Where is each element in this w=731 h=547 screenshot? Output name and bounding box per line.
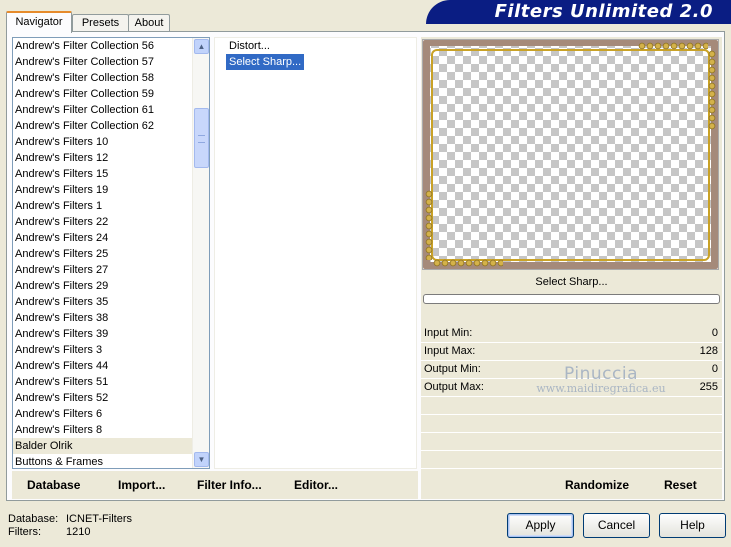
category-item[interactable]: Andrew's Filters 51 xyxy=(13,374,209,390)
scroll-down-button[interactable]: ▼ xyxy=(194,452,209,467)
filter-item[interactable]: Select Sharp... xyxy=(226,54,305,70)
parameter-row-empty xyxy=(421,433,722,451)
category-item[interactable]: Andrew's Filters 52 xyxy=(13,390,209,406)
tab-presets[interactable]: Presets xyxy=(72,14,129,32)
parameter-value: 255 xyxy=(699,381,718,393)
status-filters-value: 1210 xyxy=(66,526,91,538)
preset-toolbar: Randomize Reset xyxy=(421,471,722,499)
preview-panel: Select Sharp... Input Min: 0 Input Max: 128… xyxy=(421,37,722,487)
category-item[interactable]: Andrew's Filter Collection 61 xyxy=(13,102,209,118)
category-item[interactable]: Andrew's Filters 22 xyxy=(13,214,209,230)
category-item[interactable]: Andrew's Filters 10 xyxy=(13,134,209,150)
tab-navigator[interactable]: Navigator xyxy=(6,11,72,33)
parameter-row-empty xyxy=(421,451,722,469)
category-item[interactable]: Andrew's Filters 19 xyxy=(13,182,209,198)
category-toolbar: Database Import... Filter Info... Editor… xyxy=(12,471,418,499)
parameter-value: 0 xyxy=(711,363,718,375)
beads-left xyxy=(425,190,433,260)
cancel-button[interactable]: Cancel xyxy=(583,513,650,538)
category-item[interactable]: Andrew's Filters 39 xyxy=(13,326,209,342)
beads-right xyxy=(708,50,716,130)
help-button[interactable]: Help xyxy=(659,513,726,538)
category-item[interactable]: Andrew's Filters 38 xyxy=(13,310,209,326)
parameter-row[interactable]: Input Min: 0 xyxy=(421,325,722,343)
apply-button[interactable]: Apply xyxy=(507,513,574,538)
parameter-row-empty xyxy=(421,415,722,433)
parameter-label: Output Max: xyxy=(424,381,484,393)
category-item[interactable]: Andrew's Filters 3 xyxy=(13,342,209,358)
parameter-row[interactable]: Output Min: 0 xyxy=(421,361,722,379)
status-filters-label: Filters: xyxy=(8,526,41,538)
category-item[interactable]: Andrew's Filter Collection 58 xyxy=(13,70,209,86)
status-info: Database: ICNET-Filters Filters: 1210 xyxy=(8,513,132,539)
category-item[interactable]: Andrew's Filters 29 xyxy=(13,278,209,294)
category-item[interactable]: Andrew's Filters 6 xyxy=(13,406,209,422)
category-item[interactable]: Buttons & Frames xyxy=(13,454,209,468)
reset-button[interactable]: Reset xyxy=(664,478,697,492)
category-item[interactable]: Andrew's Filter Collection 57 xyxy=(13,54,209,70)
scroll-thumb[interactable] xyxy=(194,108,209,168)
category-items: Andrew's Filter Collection 56 Andrew's Fi… xyxy=(13,38,209,468)
database-button[interactable]: Database xyxy=(27,478,80,492)
app-title: Filters Unlimited 2.0 xyxy=(494,1,713,22)
parameter-row[interactable]: Output Max: 255 xyxy=(421,379,722,397)
progress-bar xyxy=(423,294,720,304)
category-item[interactable]: Balder Olrik xyxy=(13,438,209,454)
parameter-row[interactable]: Input Max: 128 xyxy=(421,343,722,361)
category-scrollbar[interactable]: ▲ ▼ xyxy=(192,38,209,468)
title-banner: Filters Unlimited 2.0 xyxy=(426,0,731,24)
parameter-label: Input Max: xyxy=(424,345,476,357)
category-item[interactable]: Andrew's Filters 15 xyxy=(13,166,209,182)
beads-top xyxy=(638,42,708,50)
filter-list[interactable]: Distort... Select Sharp... xyxy=(214,37,417,469)
category-item[interactable]: Andrew's Filters 27 xyxy=(13,262,209,278)
filter-item[interactable]: Distort... xyxy=(226,38,273,54)
category-item[interactable]: Andrew's Filter Collection 59 xyxy=(13,86,209,102)
preview-image xyxy=(422,39,719,270)
parameter-value: 128 xyxy=(699,345,718,357)
parameter-label: Output Min: xyxy=(424,363,481,375)
status-database-value: ICNET-Filters xyxy=(66,513,132,525)
category-list[interactable]: Andrew's Filter Collection 56 Andrew's Fi… xyxy=(12,37,210,469)
category-item[interactable]: Andrew's Filters 24 xyxy=(13,230,209,246)
category-item[interactable]: Andrew's Filters 25 xyxy=(13,246,209,262)
parameter-list: Input Min: 0 Input Max: 128 Output Min: 0 Outp… xyxy=(421,325,722,487)
category-item[interactable]: Andrew's Filter Collection 56 xyxy=(13,38,209,54)
category-item[interactable]: Andrew's Filters 35 xyxy=(13,294,209,310)
category-item[interactable]: Andrew's Filters 12 xyxy=(13,150,209,166)
preview-filter-name: Select Sharp... xyxy=(535,276,608,288)
editor-button[interactable]: Editor... xyxy=(294,478,338,492)
randomize-button[interactable]: Randomize xyxy=(565,478,629,492)
status-database-label: Database: xyxy=(8,513,59,525)
parameter-label: Input Min: xyxy=(424,327,473,339)
frame-inner-border xyxy=(431,49,710,261)
tab-about[interactable]: About xyxy=(128,14,170,32)
category-item[interactable]: Andrew's Filters 8 xyxy=(13,422,209,438)
filter-info-button[interactable]: Filter Info... xyxy=(197,478,262,492)
beads-bottom xyxy=(433,259,503,267)
parameter-row-empty xyxy=(421,397,722,415)
category-item[interactable]: Andrew's Filter Collection 62 xyxy=(13,118,209,134)
filter-items: Distort... Select Sharp... xyxy=(215,38,416,70)
scroll-up-button[interactable]: ▲ xyxy=(194,39,209,54)
category-item[interactable]: Andrew's Filters 44 xyxy=(13,358,209,374)
import-button[interactable]: Import... xyxy=(118,478,165,492)
parameter-value: 0 xyxy=(711,327,718,339)
category-item[interactable]: Andrew's Filters 1 xyxy=(13,198,209,214)
